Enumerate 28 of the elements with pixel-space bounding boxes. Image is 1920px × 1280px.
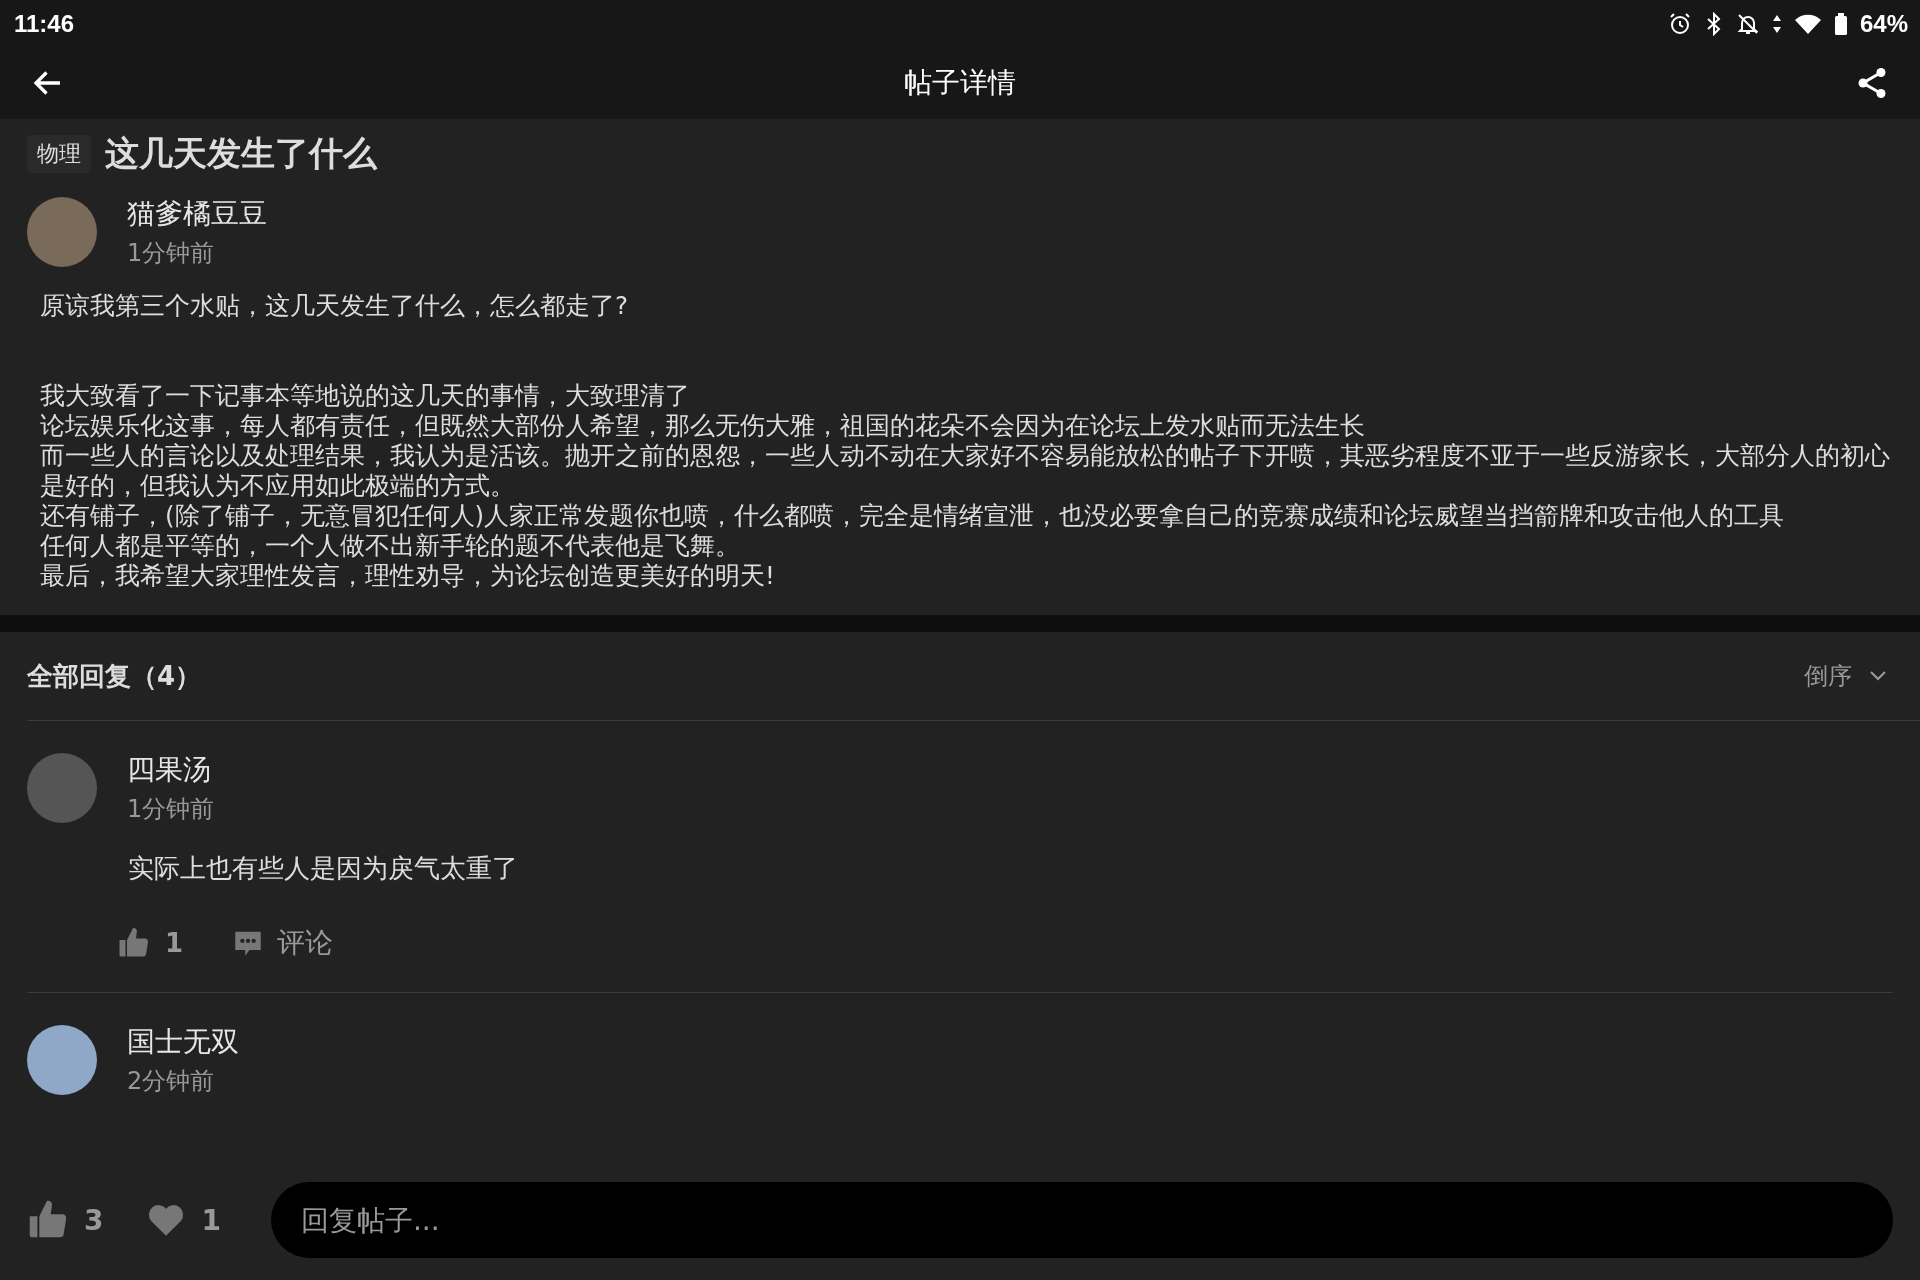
reply-text: 实际上也有些人是因为戾气太重了 (128, 852, 519, 885)
post-paragraph: 还有铺子，(除了铺子，无意冒犯任何人)人家正常发题你也喷，什么都喷，完全是情绪宣泄，也没必要拿自己的竞赛成绩和论坛威望当挡箭牌和攻击他人的工具 (40, 501, 1786, 531)
bell-muted-icon (1735, 11, 1760, 36)
post-paragraph: 最后，我希望大家理性发言，理性劝导，为论坛创造更美好的明天! (40, 561, 776, 591)
like-count: 1 (165, 928, 184, 958)
battery-level: 64% (1859, 9, 1908, 38)
reply-author[interactable]: 四果汤 (127, 751, 215, 789)
reply-time: 2分钟前 (127, 1066, 216, 1097)
comment-button[interactable]: 评论 (231, 924, 334, 962)
favorite-count: 1 (201, 1203, 221, 1237)
page-title: 帖子详情 (904, 65, 1016, 101)
post-time: 1分钟前 (127, 238, 216, 269)
sort-dropdown[interactable]: 倒序 (1804, 660, 1890, 692)
post-paragraph: 而一些人的言论以及处理结果，我认为是活该。抛开之前的恩怨，一些人动不动在大家好不容易能放松的帖子下开喷，其恶劣程度不亚于一些反游家长，大部分人的初心是好的，但我认为不应用如此极端的方式。 (40, 441, 1891, 501)
category-tag: 物理 (27, 135, 91, 173)
author-name[interactable]: 猫爹橘豆豆 (127, 195, 267, 233)
post-paragraph: 我大致看了一下记事本等地说的这几天的事情，大致理清了 (40, 381, 691, 411)
replies-heading: 全部回复（4） (27, 659, 202, 693)
post-paragraph: 论坛娱乐化这事，每人都有责任，但既然大部份人希望，那么无伤大雅，祖国的花朵不会因为在论坛上发水贴而无法生长 (40, 411, 1366, 441)
reply-input[interactable]: 回复帖子... (270, 1182, 1893, 1258)
post-paragraph: 任何人都是平等的，一个人做不出新手轮的题不代表他是飞舞。 (40, 531, 741, 561)
post-like-count: 3 (84, 1203, 104, 1237)
battery-icon (1833, 11, 1848, 36)
reply-author[interactable]: 国士无双 (127, 1023, 239, 1061)
status-time: 11:46 (14, 9, 75, 38)
post-paragraph: 原谅我第三个水贴，这几天发生了什么，怎么都走了? (40, 291, 629, 321)
post-title: 这几天发生了什么 (105, 132, 377, 175)
reply-time: 1分钟前 (127, 794, 215, 825)
